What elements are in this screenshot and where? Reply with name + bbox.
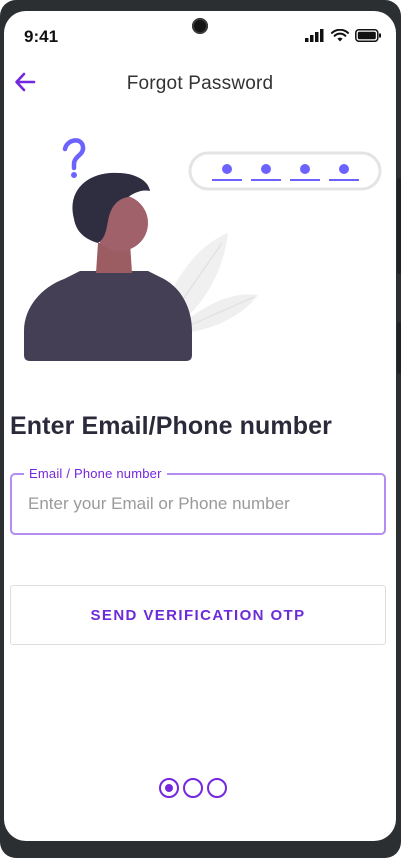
email-phone-label: Email / Phone number xyxy=(24,466,167,481)
email-phone-field: Email / Phone number xyxy=(10,466,386,535)
person-figure xyxy=(24,172,192,361)
battery-icon xyxy=(355,29,381,42)
phone-frame: 9:41 Forgot Password Enter Email/Phone n… xyxy=(0,0,401,858)
step-dot-3[interactable] xyxy=(207,778,227,798)
wifi-icon xyxy=(331,29,349,42)
step-dot-2[interactable] xyxy=(183,778,203,798)
forgot-password-illustration xyxy=(24,138,382,361)
question-mark-icon xyxy=(62,138,86,178)
status-icons xyxy=(305,29,382,42)
status-time: 9:41 xyxy=(24,27,59,46)
screen: 9:41 Forgot Password Enter Email/Phone n… xyxy=(4,11,396,841)
front-camera xyxy=(192,18,208,34)
send-verification-otp-button[interactable]: SEND VERIFICATION OTP xyxy=(10,585,386,645)
cellular-signal-icon xyxy=(305,29,324,42)
password-pill-icon xyxy=(188,151,382,191)
volume-button xyxy=(397,322,401,374)
power-button xyxy=(397,178,401,274)
page-heading: Enter Email/Phone number xyxy=(10,412,332,440)
email-phone-input[interactable] xyxy=(12,475,384,533)
page-title: Forgot Password xyxy=(126,73,274,94)
step-indicator xyxy=(159,778,227,798)
step-dot-1[interactable] xyxy=(159,778,179,798)
